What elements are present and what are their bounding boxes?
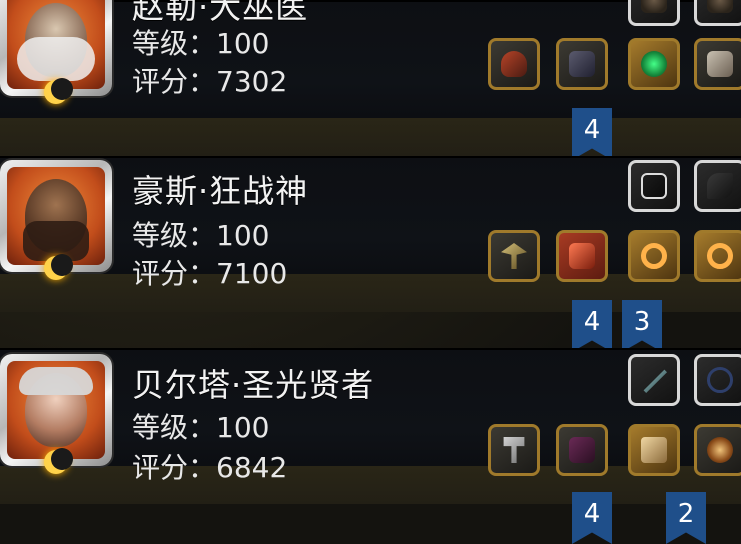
scroll-icon bbox=[707, 51, 733, 77]
level-value: 100 bbox=[216, 219, 270, 252]
level-label: 等级： bbox=[132, 27, 217, 60]
equipment-slot[interactable] bbox=[556, 424, 608, 476]
equipment-slot-top[interactable] bbox=[694, 160, 741, 212]
equipment-slot[interactable] bbox=[488, 424, 540, 476]
shield-icon bbox=[707, 437, 733, 463]
beard-shape bbox=[17, 37, 95, 81]
equipment-slot[interactable] bbox=[556, 230, 608, 282]
armor-icon bbox=[569, 243, 595, 269]
score-label: 评分： bbox=[132, 451, 217, 484]
hero-level: 等级：100 bbox=[132, 22, 269, 62]
level-value: 100 bbox=[216, 411, 270, 444]
portrait-art bbox=[7, 167, 105, 265]
portrait-art bbox=[7, 0, 105, 89]
score-value: 6842 bbox=[216, 451, 288, 484]
hero-portrait[interactable] bbox=[0, 354, 112, 474]
level-label: 等级： bbox=[132, 219, 217, 252]
level-label: 等级： bbox=[132, 411, 217, 444]
equipment-slot-top[interactable] bbox=[694, 354, 741, 406]
hammer-icon bbox=[503, 437, 525, 463]
equipment-slot[interactable] bbox=[628, 38, 680, 90]
robe-icon bbox=[569, 437, 595, 463]
emerald-icon bbox=[641, 51, 667, 77]
hero-portrait[interactable] bbox=[0, 160, 112, 280]
hero-level: 等级：100 bbox=[132, 214, 269, 254]
ring-icon bbox=[707, 243, 733, 269]
equipment-slot[interactable] bbox=[556, 38, 608, 90]
dagger-icon bbox=[643, 369, 667, 393]
equipment-slot[interactable] bbox=[488, 38, 540, 90]
moon-icon bbox=[44, 448, 73, 474]
score-label: 评分： bbox=[132, 257, 217, 290]
shield-icon bbox=[569, 51, 595, 77]
axe-icon bbox=[501, 243, 527, 269]
hero-score: 评分：7100 bbox=[132, 252, 287, 292]
level-value: 100 bbox=[216, 27, 270, 60]
equipment-slot-top[interactable] bbox=[628, 160, 680, 212]
bow-icon bbox=[707, 367, 733, 393]
scroll-icon bbox=[641, 437, 667, 463]
hero-name: 豪斯·狂战神 bbox=[132, 172, 309, 210]
hero-name: 贝尔塔·圣光贤者 bbox=[132, 366, 375, 404]
moon-icon bbox=[44, 78, 73, 104]
hero-score: 评分：7302 bbox=[132, 60, 287, 100]
hero-score: 评分：6842 bbox=[132, 446, 287, 486]
equipment-slot[interactable] bbox=[628, 230, 680, 282]
score-label: 评分： bbox=[132, 65, 217, 98]
equipment-slot[interactable] bbox=[694, 230, 741, 282]
equipment-slot[interactable] bbox=[694, 38, 741, 90]
equipment-slot-top[interactable] bbox=[628, 0, 680, 26]
hero-portrait[interactable] bbox=[0, 0, 112, 104]
ring-icon bbox=[641, 243, 667, 269]
equipment-slot[interactable] bbox=[694, 424, 741, 476]
score-value: 7100 bbox=[216, 257, 288, 290]
equipment-slot-top[interactable] bbox=[628, 354, 680, 406]
score-value: 7302 bbox=[216, 65, 288, 98]
hero-level: 等级：100 bbox=[132, 406, 269, 446]
row-separator bbox=[0, 118, 741, 156]
equipment-slot[interactable] bbox=[488, 230, 540, 282]
feather-icon bbox=[707, 173, 733, 199]
moon-icon bbox=[44, 254, 73, 280]
hood-shape bbox=[19, 367, 93, 395]
portrait-art bbox=[7, 361, 105, 459]
rune-icon bbox=[641, 173, 667, 199]
staff-icon bbox=[501, 51, 527, 77]
equipment-slot[interactable] bbox=[628, 424, 680, 476]
boot-icon bbox=[641, 0, 667, 13]
equipment-slot-top[interactable] bbox=[694, 0, 741, 26]
boot-icon bbox=[707, 0, 733, 13]
